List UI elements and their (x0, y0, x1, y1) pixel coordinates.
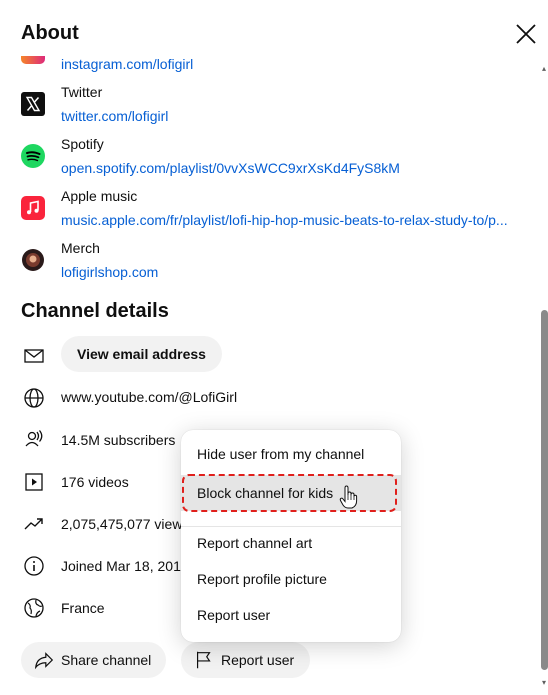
spotify-icon (21, 144, 45, 168)
link-url[interactable]: instagram.com/lofigirl (61, 56, 193, 72)
video-count: 176 videos (61, 474, 129, 490)
link-url[interactable]: twitter.com/lofigirl (61, 108, 168, 124)
close-icon[interactable] (512, 20, 540, 48)
apple-music-icon (21, 196, 45, 220)
channel-url[interactable]: www.youtube.com/@LofiGirl (61, 389, 237, 405)
merch-avatar-icon (21, 248, 45, 272)
menu-item-report-user[interactable]: Report user (181, 597, 401, 633)
video-play-icon (22, 470, 46, 494)
link-title: Apple music (61, 188, 138, 204)
trending-up-icon (22, 512, 46, 536)
mail-icon (22, 344, 46, 368)
link-title: Merch (61, 240, 100, 256)
header-title: About (21, 22, 79, 44)
menu-item-report-channel-art[interactable]: Report channel art (181, 525, 401, 561)
menu-item-report-profile-picture[interactable]: Report profile picture (181, 561, 401, 597)
menu-item-hide-user[interactable]: Hide user from my channel (181, 436, 401, 472)
report-user-label: Report user (221, 652, 295, 668)
info-icon (22, 554, 46, 578)
subscribers-icon (22, 427, 46, 451)
subscriber-count: 14.5M subscribers (61, 432, 176, 448)
scrollbar-thumb[interactable] (541, 310, 548, 670)
link-title: Twitter (61, 84, 103, 100)
email-row: View email address (0, 336, 540, 372)
scroll-down-arrow[interactable]: ▾ (542, 678, 546, 687)
channel-url-row: www.youtube.com/@LofiGirl (0, 385, 540, 415)
link-url[interactable]: open.spotify.com/playlist/0vvXsWCC9xrXsK… (61, 160, 400, 176)
hand-cursor-icon (338, 484, 360, 510)
link-title: Spotify (61, 136, 104, 152)
scroll-up-arrow[interactable]: ▴ (542, 64, 546, 73)
highlight-annotation (182, 474, 397, 512)
share-channel-button[interactable]: Share channel (21, 642, 166, 678)
link-url[interactable]: music.apple.com/fr/playlist/lofi-hip-hop… (61, 212, 508, 228)
flag-icon (193, 649, 215, 674)
view-count: 2,075,475,077 views (61, 516, 190, 532)
world-location-icon (22, 596, 46, 620)
x-twitter-icon (21, 92, 45, 116)
channel-details-title: Channel details (21, 300, 169, 322)
view-email-button[interactable]: View email address (61, 336, 222, 372)
share-channel-label: Share channel (61, 652, 152, 668)
report-user-button[interactable]: Report user (181, 642, 310, 678)
joined-date: Joined Mar 18, 2015 (61, 558, 189, 574)
link-url[interactable]: lofigirlshop.com (61, 264, 158, 280)
instagram-icon (21, 56, 45, 64)
share-icon (33, 649, 55, 674)
country: France (61, 600, 105, 616)
channel-options-menu: Hide user from my channel Block channel … (181, 430, 401, 642)
globe-icon (22, 386, 46, 410)
